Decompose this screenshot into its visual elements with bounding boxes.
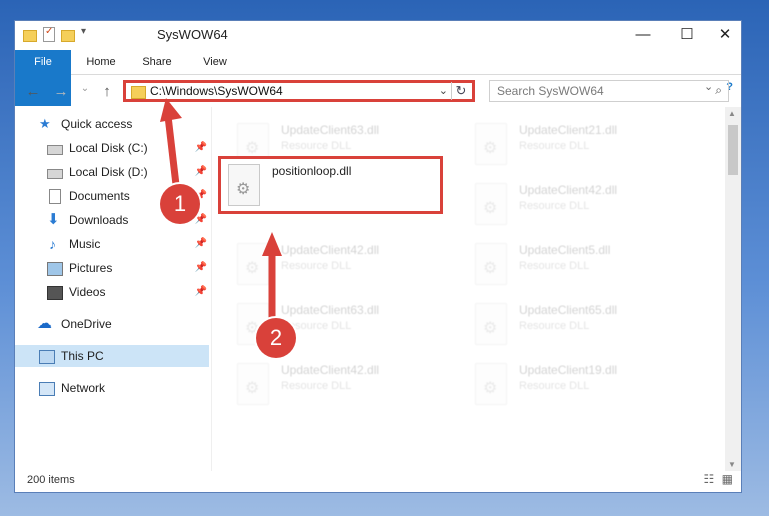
annotation-arrows	[160, 98, 282, 336]
arrow-1-head	[160, 98, 182, 122]
arrow-2-head	[262, 232, 282, 256]
step-badge-1: 1	[160, 184, 200, 224]
step-badge-2: 2	[256, 318, 296, 358]
